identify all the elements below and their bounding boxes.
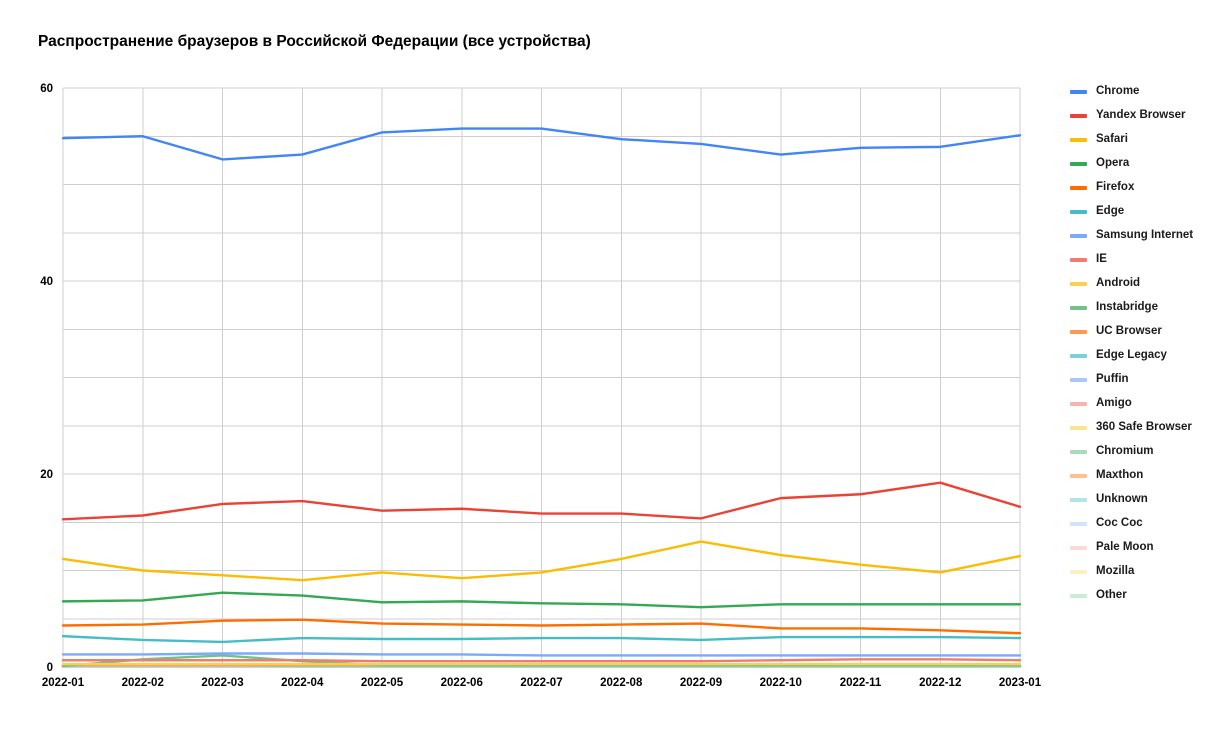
svg-text:2022-06: 2022-06 [441,677,483,689]
legend-color-swatch-icon [1070,498,1087,502]
legend-color-swatch-icon [1070,138,1087,142]
legend-item-label: Android [1096,277,1141,290]
legend-color-swatch-icon [1070,354,1087,358]
legend-item-firefox[interactable]: Firefox [1070,176,1227,200]
legend-item-360-safe-browser[interactable]: 360 Safe Browser [1070,416,1227,440]
legend-item-label: Coc Coc [1096,517,1143,530]
legend-color-swatch-icon [1070,474,1087,478]
svg-text:2023-01: 2023-01 [999,677,1042,689]
svg-text:2022-04: 2022-04 [281,677,324,689]
legend-item-puffin[interactable]: Puffin [1070,368,1227,392]
legend-color-swatch-icon [1070,234,1087,238]
legend-color-swatch-icon [1070,570,1087,574]
legend-color-swatch-icon [1070,258,1087,262]
legend-item-label: Other [1096,589,1127,602]
svg-text:2022-09: 2022-09 [680,677,722,689]
svg-text:2022-03: 2022-03 [201,677,243,689]
svg-text:2022-12: 2022-12 [919,677,961,689]
legend-color-swatch-icon [1070,402,1087,406]
legend-item-other[interactable]: Other [1070,584,1227,608]
legend-item-samsung-internet[interactable]: Samsung Internet [1070,224,1227,248]
legend-item-label: Safari [1096,133,1128,146]
legend-item-ie[interactable]: IE [1070,248,1227,272]
legend-item-instabridge[interactable]: Instabridge [1070,296,1227,320]
legend-color-swatch-icon [1070,450,1087,454]
legend-item-label: Pale Moon [1096,541,1154,554]
legend-item-label: Instabridge [1096,301,1158,314]
legend-item-label: Mozilla [1096,565,1135,578]
legend-color-swatch-icon [1070,306,1087,310]
legend-color-swatch-icon [1070,426,1087,430]
legend-item-label: Amigo [1096,397,1132,410]
legend-color-swatch-icon [1070,162,1087,166]
legend-item-chromium[interactable]: Chromium [1070,440,1227,464]
legend-item-label: Opera [1096,157,1130,170]
svg-text:20: 20 [40,469,53,481]
legend-item-amigo[interactable]: Amigo [1070,392,1227,416]
legend-item-label: Yandex Browser [1096,109,1186,122]
legend-item-label: 360 Safe Browser [1096,421,1192,434]
legend-item-label: Edge Legacy [1096,349,1167,362]
legend-item-mozilla[interactable]: Mozilla [1070,560,1227,584]
legend-item-label: Unknown [1096,493,1148,506]
legend-item-pale-moon[interactable]: Pale Moon [1070,536,1227,560]
legend-color-swatch-icon [1070,210,1087,214]
line-chart-svg: 02040602022-01 2022-02 2022-03 2022-04 2022-… [40,83,1042,689]
svg-text:0: 0 [47,662,53,674]
legend-item-label: Puffin [1096,373,1129,386]
legend-color-swatch-icon [1070,90,1087,94]
svg-text:2022-05: 2022-05 [361,677,404,689]
legend-item-edge[interactable]: Edge [1070,200,1227,224]
legend-item-label: Edge [1096,205,1125,218]
legend-color-swatch-icon [1070,378,1087,382]
legend-item-label: Chromium [1096,445,1154,458]
legend-item-safari[interactable]: Safari [1070,128,1227,152]
legend-color-swatch-icon [1070,522,1087,526]
legend-item-android[interactable]: Android [1070,272,1227,296]
legend-item-edge-legacy[interactable]: Edge Legacy [1070,344,1227,368]
svg-text:2022-10: 2022-10 [760,677,802,689]
legend-color-swatch-icon [1070,186,1087,190]
legend-color-swatch-icon [1070,114,1087,118]
chart-plot-area: 0 20 40 60 2022-01 2022-02 2022-03 2022-04 2022-… [0,0,1227,728]
legend-item-label: UC Browser [1096,325,1162,338]
legend-item-label: Maxthon [1096,469,1144,482]
legend-color-swatch-icon [1070,546,1087,550]
legend-item-label: Samsung Internet [1096,229,1194,242]
legend-item-opera[interactable]: Opera [1070,152,1227,176]
legend-item-uc-browser[interactable]: UC Browser [1070,320,1227,344]
legend-item-label: IE [1096,253,1107,266]
legend-item-yandex-browser[interactable]: Yandex Browser [1070,104,1227,128]
svg-text:2022-01: 2022-01 [42,677,85,689]
y-axis-ticks: 0 20 40 60 [40,83,53,674]
svg-text:40: 40 [40,276,53,288]
svg-text:2022-02: 2022-02 [122,677,164,689]
legend-item-label: Chrome [1096,85,1140,98]
legend-item-coc-coc[interactable]: Coc Coc [1070,512,1227,536]
svg-text:2022-08: 2022-08 [600,677,643,689]
x-axis-ticks: 2022-01 2022-02 2022-03 2022-04 2022-05 2022-… [42,677,1042,689]
legend-item-unknown[interactable]: Unknown [1070,488,1227,512]
svg-text:60: 60 [40,83,53,95]
legend-color-swatch-icon [1070,282,1087,286]
svg-text:2022-07: 2022-07 [520,677,562,689]
chart-legend: Chrome Yandex Browser Safari Opera Firefox Ed… [1070,80,1227,608]
legend-item-label: Firefox [1096,181,1135,194]
legend-item-chrome[interactable]: Chrome [1070,80,1227,104]
svg-text:2022-11: 2022-11 [840,677,882,689]
legend-color-swatch-icon [1070,594,1087,598]
legend-item-maxthon[interactable]: Maxthon [1070,464,1227,488]
legend-color-swatch-icon [1070,330,1087,334]
grid-lines [62,87,1021,668]
